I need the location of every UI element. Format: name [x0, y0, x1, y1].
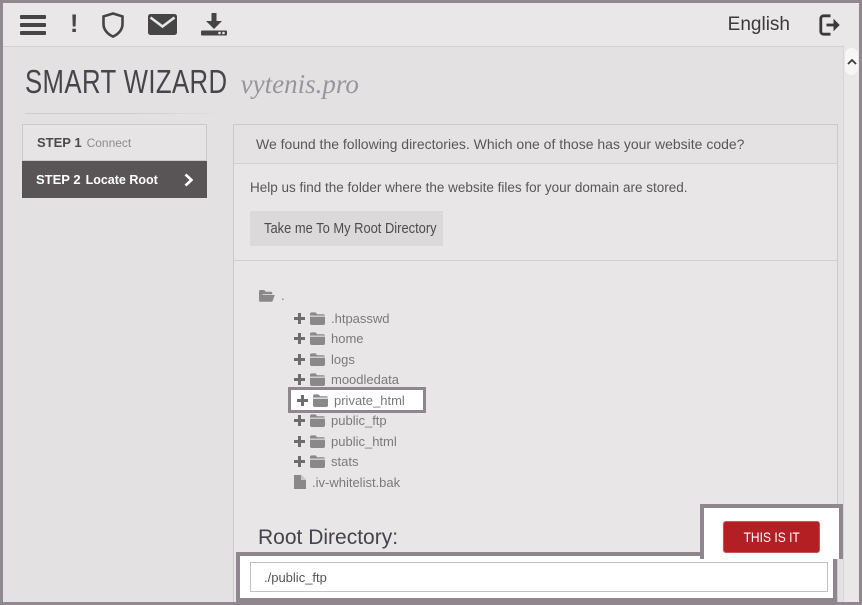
this-is-it-callout: THIS IS IT: [700, 504, 843, 559]
expand-plus-icon: [294, 374, 305, 385]
expand-plus-icon: [294, 333, 305, 344]
wizard-steps: STEP 1 Connect STEP 2 Locate Root: [22, 124, 207, 198]
language-selector[interactable]: English: [728, 14, 790, 36]
step-2-label: Locate Root: [86, 173, 158, 187]
open-folder-icon: [258, 289, 275, 303]
panel-help-section: Help us find the folder where the websit…: [234, 164, 837, 261]
tree-folder-row[interactable]: .htpasswd: [294, 308, 817, 329]
download-icon[interactable]: [201, 13, 227, 36]
folder-label: private_html: [333, 393, 405, 408]
scroll-up-button[interactable]: [845, 48, 858, 75]
chevron-up-icon: [847, 59, 857, 65]
step-2-number: STEP 2: [36, 172, 81, 187]
tree-folder-row[interactable]: stats: [294, 452, 817, 473]
tree-folder-row[interactable]: logs: [294, 349, 817, 370]
root-directory-label: Root Directory:: [258, 526, 398, 550]
this-is-it-button[interactable]: THIS IS IT: [723, 521, 820, 553]
help-text: Help us find the folder where the websit…: [250, 180, 823, 195]
tree-folder-row[interactable]: home: [294, 329, 817, 350]
folder-icon: [310, 373, 325, 386]
step-1-label: Connect: [87, 136, 132, 150]
root-directory-input[interactable]: [250, 562, 828, 592]
file-icon: [294, 475, 306, 489]
root-directory-callout: [236, 552, 837, 602]
folder-label: public_ftp: [330, 413, 387, 428]
folder-label: logs: [330, 352, 355, 367]
folder-icon: [310, 435, 325, 448]
expand-plus-icon: [294, 354, 305, 365]
chevron-right-icon: [184, 173, 193, 187]
folder-icon: [310, 332, 325, 345]
wizard-title: SMART WIZARD: [25, 63, 228, 101]
scrollbar[interactable]: [843, 45, 859, 602]
folder-label: moodledata: [330, 372, 399, 387]
tree-file-row[interactable]: .iv-whitelist.bak: [294, 472, 817, 493]
expand-plus-icon: [294, 456, 305, 467]
top-bar: ! English: [3, 3, 859, 47]
folder-icon: [310, 455, 325, 468]
file-label: .iv-whitelist.bak: [312, 475, 400, 490]
tree-folder-row-highlighted[interactable]: private_html: [288, 387, 426, 413]
expand-plus-icon: [297, 395, 308, 406]
folder-label: .htpasswd: [330, 311, 390, 326]
smart-wizard-window: ! English SMART WIZARD vytenis.pro STEP …: [0, 0, 862, 605]
shield-icon[interactable]: [102, 12, 124, 38]
expand-plus-icon: [294, 415, 305, 426]
tree-folder-row[interactable]: public_html: [294, 431, 817, 452]
folder-label: public_html: [330, 434, 397, 449]
folder-icon: [310, 353, 325, 366]
folder-label: home: [330, 331, 364, 346]
folder-icon: [310, 312, 325, 325]
tree-root-node[interactable]: .: [258, 287, 817, 304]
alert-icon[interactable]: !: [70, 12, 78, 37]
mail-icon[interactable]: [148, 14, 177, 35]
title-underline: [25, 113, 225, 114]
tree-root-label: .: [281, 288, 285, 303]
take-me-to-root-button[interactable]: Take me To My Root Directory: [250, 211, 443, 246]
menu-icon[interactable]: [20, 15, 46, 35]
folder-icon: [310, 414, 325, 427]
directory-tree: . .htpasswd home logs moodledata: [234, 261, 837, 493]
tree-folder-row-highlighted-wrap: private_html: [258, 390, 817, 411]
step-1-connect[interactable]: STEP 1 Connect: [22, 124, 207, 161]
expand-plus-icon: [294, 436, 305, 447]
tree-folder-row[interactable]: public_ftp: [294, 411, 817, 432]
page-title: SMART WIZARD vytenis.pro: [25, 63, 359, 101]
folder-label: stats: [330, 454, 358, 469]
step-2-locate-root[interactable]: STEP 2 Locate Root: [22, 161, 207, 198]
step-1-number: STEP 1: [37, 135, 82, 150]
domain-name: vytenis.pro: [241, 69, 359, 100]
sign-out-icon[interactable]: [818, 13, 842, 37]
panel-question: We found the following directories. Whic…: [234, 125, 837, 164]
expand-plus-icon: [294, 313, 305, 324]
folder-icon: [313, 394, 328, 407]
